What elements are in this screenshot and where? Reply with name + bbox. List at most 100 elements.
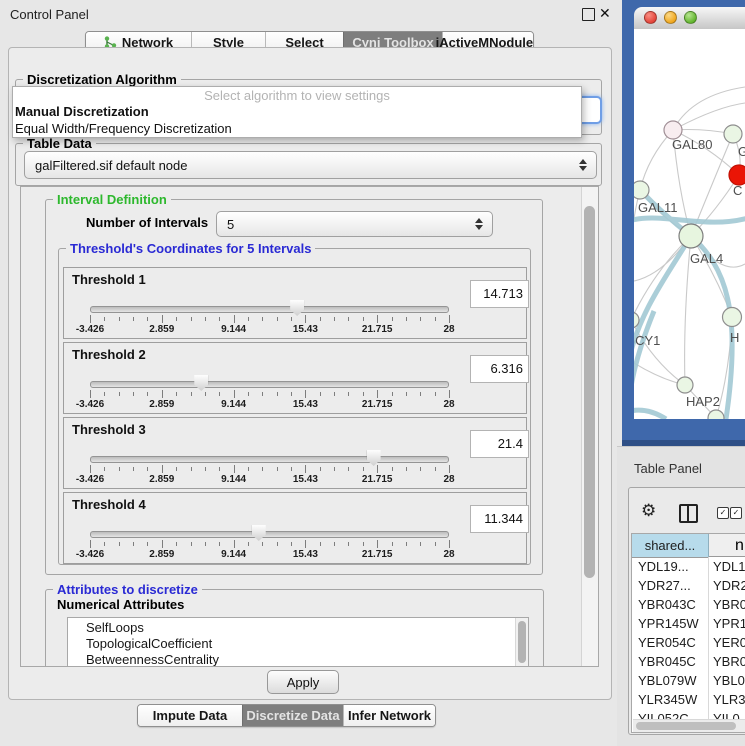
table-horizontal-scrollbar-thumb[interactable]: [636, 722, 736, 730]
node-attribute-table[interactable]: shared... n YDL19...YDL1 YDR27...YDR2 YB…: [631, 533, 745, 733]
algorithm-dropdown-popup: Select algorithm to view settings Manual…: [12, 86, 582, 138]
threshold-2-value-field[interactable]: 6.316: [470, 355, 529, 383]
slider-ticks: [90, 315, 449, 323]
close-traffic-light-icon[interactable]: [644, 11, 657, 24]
number-of-intervals-combobox[interactable]: 5: [216, 211, 493, 237]
threshold-4-value-field[interactable]: 11.344: [470, 505, 529, 533]
table-row[interactable]: YDL19...YDL1: [632, 557, 745, 576]
dropdown-prompt: Select algorithm to view settings: [13, 87, 581, 103]
threshold-1-panel: Threshold 1 -3.4262.8599.14415.4321.7152…: [63, 267, 527, 339]
table-row[interactable]: YLR345WYLR3: [632, 690, 745, 709]
column-header-shared-name[interactable]: shared...: [632, 534, 709, 558]
node-label: GA: [738, 144, 745, 159]
slider-track[interactable]: [90, 456, 449, 463]
node-label: GAL11: [638, 200, 678, 215]
table-panel-title: Table Panel: [634, 461, 702, 476]
slider-ticks: [90, 465, 449, 473]
settings-scroll-area: Interval Definition Number of Intervals …: [20, 186, 599, 667]
combo-spinner-icon: [475, 218, 483, 230]
list-scrollbar-thumb[interactable]: [518, 621, 526, 663]
minimize-traffic-light-icon[interactable]: [664, 11, 677, 24]
node-label: HAP2: [686, 394, 720, 409]
list-scrollbar[interactable]: [515, 618, 528, 667]
close-window-icon[interactable]: ✕: [599, 5, 611, 22]
table-row[interactable]: YPR145WYPR1: [632, 614, 745, 633]
slider-track[interactable]: [90, 531, 449, 538]
node-ga[interactable]: [724, 125, 742, 143]
table-data-combobox[interactable]: galFiltered.sif default node: [24, 151, 597, 179]
slider-thumb[interactable]: [252, 525, 266, 541]
node-gal11[interactable]: [634, 181, 649, 199]
list-item[interactable]: SelfLoops: [68, 618, 528, 636]
table-row[interactable]: YDR27...YDR2: [632, 576, 745, 595]
network-canvas[interactable]: GAL80 GA C GAL11 GAL4 GCY1 H HAP2: [634, 29, 745, 419]
threshold-1-value-field[interactable]: 14.713: [470, 280, 529, 308]
threshold-1-slider[interactable]: -3.4262.8599.14415.4321.71528: [90, 298, 449, 336]
columns-icon[interactable]: [679, 504, 698, 523]
number-of-intervals-value: 5: [217, 217, 475, 232]
dropdown-option-manual-discretization[interactable]: Manual Discretization: [13, 103, 581, 120]
threshold-2-label: Threshold 2: [72, 347, 146, 362]
node-hap2[interactable]: [677, 377, 693, 393]
threshold-3-label: Threshold 3: [72, 422, 146, 437]
gear-icon[interactable]: ⚙: [641, 501, 656, 521]
threshold-2-panel: Threshold 2 -3.4262.8599.14415.4321.7152…: [63, 342, 527, 414]
table-data-combobox-value: galFiltered.sif default node: [25, 158, 579, 173]
threshold-4-panel: Threshold 4 -3.4262.8599.14415.4321.7152…: [63, 492, 527, 564]
slider-tick-labels: -3.4262.8599.14415.4321.71528: [90, 399, 449, 411]
table-row[interactable]: YBR043CYBR0: [632, 595, 745, 614]
slider-ticks: [90, 540, 449, 548]
table-row[interactable]: YER054CYER0: [632, 633, 745, 652]
list-item[interactable]: TopologicalCoefficient: [68, 636, 528, 652]
numerical-attributes-list[interactable]: SelfLoops TopologicalCoefficient Between…: [67, 617, 529, 667]
table-row[interactable]: YBL079WYBL0: [632, 671, 745, 690]
slider-track[interactable]: [90, 381, 449, 388]
combo-spinner-icon: [579, 159, 587, 171]
node-label: GAL80: [672, 137, 712, 152]
slider-thumb[interactable]: [194, 375, 208, 391]
slider-thumb[interactable]: [367, 450, 381, 466]
zoom-traffic-light-icon[interactable]: [684, 11, 697, 24]
threshold-2-slider[interactable]: -3.4262.8599.14415.4321.71528: [90, 373, 449, 411]
slider-tick-labels: -3.4262.8599.14415.4321.71528: [90, 324, 449, 336]
threshold-3-panel: Threshold 3 -3.4262.8599.14415.4321.7152…: [63, 417, 527, 489]
discretization-algorithm-group-title: Discretization Algorithm: [23, 72, 181, 87]
threshold-3-slider[interactable]: -3.4262.8599.14415.4321.71528: [90, 448, 449, 486]
node-gal4[interactable]: [679, 224, 703, 248]
table-horizontal-scrollbar[interactable]: [633, 719, 745, 732]
column-header-name[interactable]: n: [709, 534, 745, 557]
dropdown-option-equal-width-frequency[interactable]: Equal Width/Frequency Discretization: [13, 120, 581, 137]
node-label: H: [730, 330, 739, 345]
node-highlighted-red[interactable]: [729, 165, 745, 185]
bottom-tab-bar: Impute Data Discretize Data Infer Networ…: [137, 704, 436, 727]
node-label: GAL4: [690, 251, 723, 266]
slider-tick-labels: -3.4262.8599.14415.4321.71528: [90, 474, 449, 486]
tab-impute-data[interactable]: Impute Data: [138, 705, 242, 726]
table-row[interactable]: YBR045CYBR0: [632, 652, 745, 671]
settings-scrollbar-thumb[interactable]: [584, 206, 595, 578]
threshold-1-label: Threshold 1: [72, 272, 146, 287]
apply-button[interactable]: Apply: [267, 670, 339, 694]
list-item[interactable]: BetweennessCentrality: [68, 652, 528, 667]
table-data-group-title: Table Data: [23, 136, 96, 151]
threshold-3-value-field[interactable]: 21.4: [470, 430, 529, 458]
interval-definition-group-title: Interval Definition: [53, 192, 171, 207]
network-window-titlebar[interactable]: [634, 7, 745, 30]
slider-thumb[interactable]: [290, 300, 304, 316]
float-window-icon[interactable]: [582, 8, 595, 21]
settings-scrollbar[interactable]: [581, 187, 598, 666]
threshold-4-label: Threshold 4: [72, 497, 146, 512]
tab-infer-network[interactable]: Infer Network: [343, 705, 435, 726]
slider-ticks: [90, 390, 449, 398]
numerical-attributes-label: Numerical Attributes: [57, 597, 184, 612]
threshold-4-slider[interactable]: -3.4262.8599.14415.4321.71528: [90, 523, 449, 561]
node-label: C: [733, 183, 742, 198]
tab-discretize-data[interactable]: Discretize Data: [242, 705, 343, 726]
node-label: GCY1: [634, 333, 660, 348]
slider-track[interactable]: [90, 306, 449, 313]
node-h[interactable]: [723, 308, 742, 327]
attributes-group-title: Attributes to discretize: [53, 582, 202, 597]
checkbox-icon[interactable]: ✓: [717, 507, 729, 519]
checkbox-icon[interactable]: ✓: [730, 507, 742, 519]
slider-tick-labels: -3.4262.8599.14415.4321.71528: [90, 549, 449, 561]
